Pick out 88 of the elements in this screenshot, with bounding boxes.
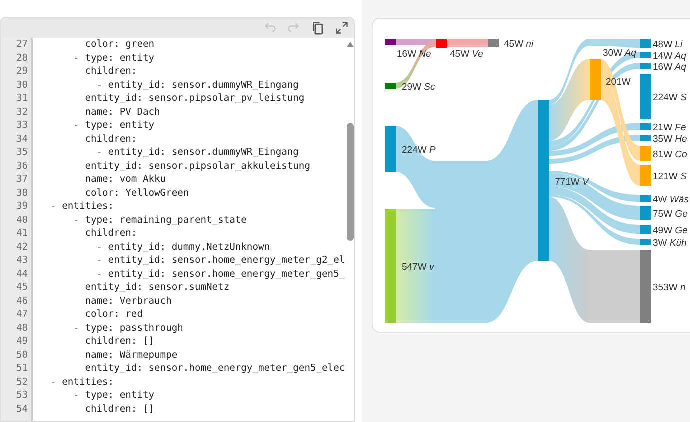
node-label: 3W Küh [653,238,687,249]
code-line: - entity_id: sensor.home_energy_meter_gen5_ [96,268,346,281]
sankey-flow-band [600,39,640,48]
line-number: 34 [16,132,28,146]
node-label: 771W V [555,177,589,188]
line-number: 40 [16,214,28,227]
code-line: - entity_id: sensor.dummyWR_Eingang [96,146,299,160]
node-label: 224W S [653,92,687,104]
line-number: 49 [16,335,28,348]
node-label: 547W v [402,262,434,273]
code-line: children: [84,132,138,146]
line-number: 28 [16,52,28,65]
node-label: 35W He [653,134,688,145]
line-number: 45 [16,281,28,294]
code-line: - type: passthrough [72,322,184,335]
code-line: color: red [84,308,143,322]
fullscreen-icon [335,21,349,35]
line-number: 29 [16,65,28,78]
node-label: 4W Wäs [653,194,689,206]
redo-icon [287,21,301,35]
code-line: children: [] [84,335,155,348]
code-line: - type: entity [72,389,155,402]
code-line: - entities: [50,376,114,389]
node-label: 48W Li [653,40,683,50]
node-label: 21W Fe [653,122,686,134]
code-line: - entity_id: sensor.dummyWR_Eingang [96,78,299,92]
scrollbar-thumb[interactable] [347,123,354,241]
node-label: 29W Sc [402,82,436,93]
copy-icon [311,21,325,35]
line-number: 27 [16,38,28,52]
code-line: entity_id: sensor.pipsolar_akkuleistung [84,160,310,173]
line-number: 38 [16,186,28,200]
code-line: entity_id: sensor.sumNetz [84,281,230,294]
line-number: 52 [16,376,28,389]
scroll-up-arrow-icon[interactable] [347,42,354,47]
line-number: 39 [16,200,28,214]
line-number: 37 [16,173,28,186]
node-label: 16W Aq [653,62,686,73]
line-number: 43 [16,254,28,268]
code-line: - type: remaining_parent_state [72,214,247,227]
line-number: 48 [16,322,28,335]
code-line: color: YellowGreen [84,186,190,200]
code-line: name: Wärmepumpe [84,348,178,362]
line-number: 44 [16,268,28,281]
line-number: 50 [16,348,28,362]
line-number: 46 [16,294,28,308]
line-number: 36 [16,160,28,173]
code-line: name: PV Dach [84,106,160,119]
copy-button[interactable] [310,20,326,36]
code-line: children: [84,227,138,240]
fullscreen-button[interactable] [334,20,350,36]
node-label: 16W Ne [397,49,432,60]
node-label: 75W Ge [653,209,688,220]
code-line: - entity_id: sensor.home_energy_meter_g2_el [96,254,346,268]
node-label: 49W Ge [653,226,688,236]
code-line: children: [84,65,138,78]
line-number: 33 [16,119,28,132]
line-number: 47 [16,308,28,322]
line-number: 32 [16,106,28,119]
node-label: 45W ni [504,39,534,50]
node-label: 45W Ve [450,49,484,60]
sankey-flow-band [447,39,488,47]
line-number: 51 [16,362,28,376]
node-label: 14W Aq [653,51,686,62]
code-line: color: green [84,38,155,52]
line-number: 35 [16,146,28,160]
node-label: 121W S [653,172,687,182]
code-line: - entity_id: dummy.NetzUnknown [96,240,270,254]
code-line: name: vom Akku [84,173,166,186]
code-line: - type: entity [72,119,155,132]
line-number: 31 [16,92,28,106]
code-line: entity_id: sensor.home_energy_meter_gen5_elec [84,362,346,376]
node-label: 201W [606,77,631,88]
code-line: - type: entity [72,52,155,65]
undo-icon [263,21,277,35]
code-line: entity_id: sensor.pipsolar_pv_leistung [84,92,305,106]
code-line: name: Verbrauch [84,294,172,308]
line-number: 53 [16,389,28,402]
line-number: 41 [16,227,28,240]
node-label: 81W Co [653,150,688,160]
line-number: 30 [16,78,28,92]
code-line: children: [] [84,402,155,416]
node-label: 224W P [402,145,436,156]
code-line: - entities: [50,200,114,214]
line-number: 42 [16,240,28,254]
node-label: 353W n [653,282,686,294]
line-number: 54 [16,402,28,416]
node-label: 30W Aq [603,48,636,59]
